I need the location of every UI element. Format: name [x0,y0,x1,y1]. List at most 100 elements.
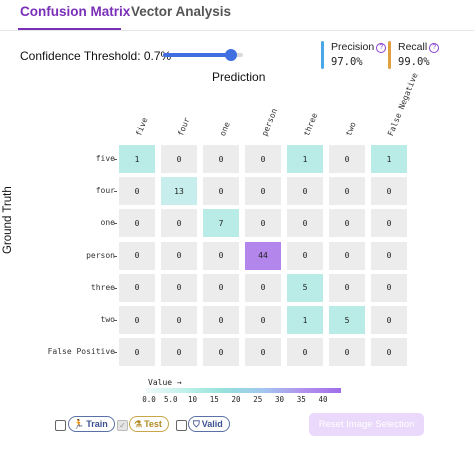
matrix-cell[interactable]: 1 [371,145,407,173]
matrix-cell[interactable]: 0 [245,306,281,334]
valid-checkbox[interactable] [176,420,187,431]
column-label: two [344,120,358,138]
slider-fill [163,53,231,57]
valid-filter-pill[interactable]: ⛉ Valid [188,416,230,432]
matrix-cell[interactable]: 0 [287,209,323,238]
tab-vector-analysis[interactable]: Vector Analysis [131,4,231,19]
row-tick [114,352,117,354]
row-label: False Positive [47,347,115,357]
valid-filter-label: Valid [201,419,223,429]
column-label: person [260,107,280,138]
question-icon[interactable]: ? [429,43,440,53]
matrix-cell[interactable]: 7 [203,209,239,238]
matrix-cell[interactable]: 0 [371,177,407,206]
matrix-cell[interactable]: 0 [161,241,197,270]
matrix-cell[interactable]: 0 [371,306,407,334]
matrix-cell[interactable]: 44 [245,241,281,270]
matrix-cell[interactable]: 0 [287,338,323,367]
matrix-cell[interactable]: 0 [245,177,281,206]
matrix-cell[interactable]: 0 [245,273,281,302]
matrix-cell[interactable]: 0 [329,338,365,367]
matrix-cell[interactable]: 0 [371,241,407,270]
matrix-cell[interactable]: 0 [203,145,239,173]
matrix-cell[interactable]: 0 [329,177,365,206]
matrix-cell[interactable]: 0 [119,273,155,302]
matrix-cell[interactable]: 0 [371,338,407,367]
precision-label: Precision [331,41,375,53]
legend-tick-label: 35 [296,395,306,404]
test-filter-pill[interactable]: ⚗ Test [129,416,169,432]
matrix-cell[interactable]: 1 [119,145,155,173]
matrix-cell[interactable]: 0 [203,273,239,302]
matrix-cell[interactable]: 0 [161,338,197,367]
matrix-cell[interactable]: 0 [287,177,323,206]
test-filter-label: Test [144,419,162,429]
matrix-cell[interactable]: 0 [119,177,155,206]
matrix-cell[interactable]: 0 [329,241,365,270]
matrix-cell[interactable]: 0 [161,306,197,334]
legend-tick-label: 40 [318,395,328,404]
recall-metric: Recall? 99.0% [388,40,448,72]
legend-tick-label: 0.0 [142,395,156,404]
reset-image-selection-button[interactable]: Reset Image Selection [309,413,424,436]
matrix-cell[interactable]: 1 [287,306,323,334]
matrix-cell[interactable]: 1 [287,145,323,173]
column-label: three [302,111,320,138]
row-tick [114,320,117,321]
matrix-cell[interactable]: 0 [119,209,155,238]
train-checkbox[interactable] [55,420,66,431]
matrix-cell[interactable]: 0 [329,209,365,238]
precision-color-bar [321,41,324,69]
legend-tick-label: 15 [209,395,219,404]
matrix-cell[interactable]: 0 [203,177,239,206]
row-tick [114,223,117,225]
column-label: four [176,116,192,138]
recall-color-bar [388,41,391,69]
matrix-cell[interactable]: 0 [119,241,155,270]
matrix-cell[interactable]: 0 [329,145,365,173]
row-tick [114,159,117,160]
row-label: five [95,154,115,163]
matrix-cell[interactable]: 0 [245,338,281,367]
test-checkbox[interactable]: ✓ [117,420,128,431]
matrix-cell[interactable]: 0 [161,145,197,173]
matrix-cell[interactable]: 0 [371,209,407,238]
matrix-cell[interactable]: 0 [287,241,323,270]
matrix-cell[interactable]: 13 [161,177,197,206]
matrix-cell[interactable]: 0 [203,338,239,367]
tab-confusion-matrix[interactable]: Confusion Matrix [20,4,130,19]
column-label: one [218,120,232,138]
matrix-cell[interactable]: 0 [161,209,197,238]
legend-tick-label: 10 [187,395,198,404]
matrix-cell[interactable]: 0 [329,273,365,302]
matrix-cell[interactable]: 0 [203,241,239,270]
row-label: three [90,282,115,292]
shield-check-icon: ⛉ [193,418,200,429]
tab-bar-divider [0,30,474,31]
question-icon[interactable]: ? [376,43,387,53]
matrix-cell[interactable]: 0 [161,273,197,302]
matrix-cell[interactable]: 5 [329,306,365,334]
matrix-cell[interactable]: 5 [287,273,323,302]
tab-bar: Confusion Matrix Vector Analysis [0,0,474,34]
legend-color-scale [146,388,341,393]
slider-thumb[interactable] [225,49,237,61]
matrix-cell[interactable]: 0 [119,338,155,367]
matrix-cell[interactable]: 0 [371,273,407,302]
matrix-cell[interactable]: 0 [245,145,281,173]
flask-icon: ⚗ [134,418,143,429]
row-label: two [100,315,115,324]
matrix-cell[interactable]: 0 [245,209,281,238]
matrix-cell[interactable]: 0 [203,306,239,334]
matrix-cell[interactable]: 0 [119,306,155,334]
row-label: person [86,250,115,260]
row-label: four [95,186,115,196]
column-label: False Negative [386,71,420,138]
recall-value: 99.0% [398,56,430,68]
legend-tick-label: 25 [253,395,263,404]
row-tick [114,191,117,193]
confidence-threshold-label: Confidence Threshold: 0.7% [20,49,172,63]
legend-tick-label: 20 [231,395,241,404]
train-filter-pill[interactable]: 🏃 Train [68,416,115,432]
column-label: five [134,116,150,138]
